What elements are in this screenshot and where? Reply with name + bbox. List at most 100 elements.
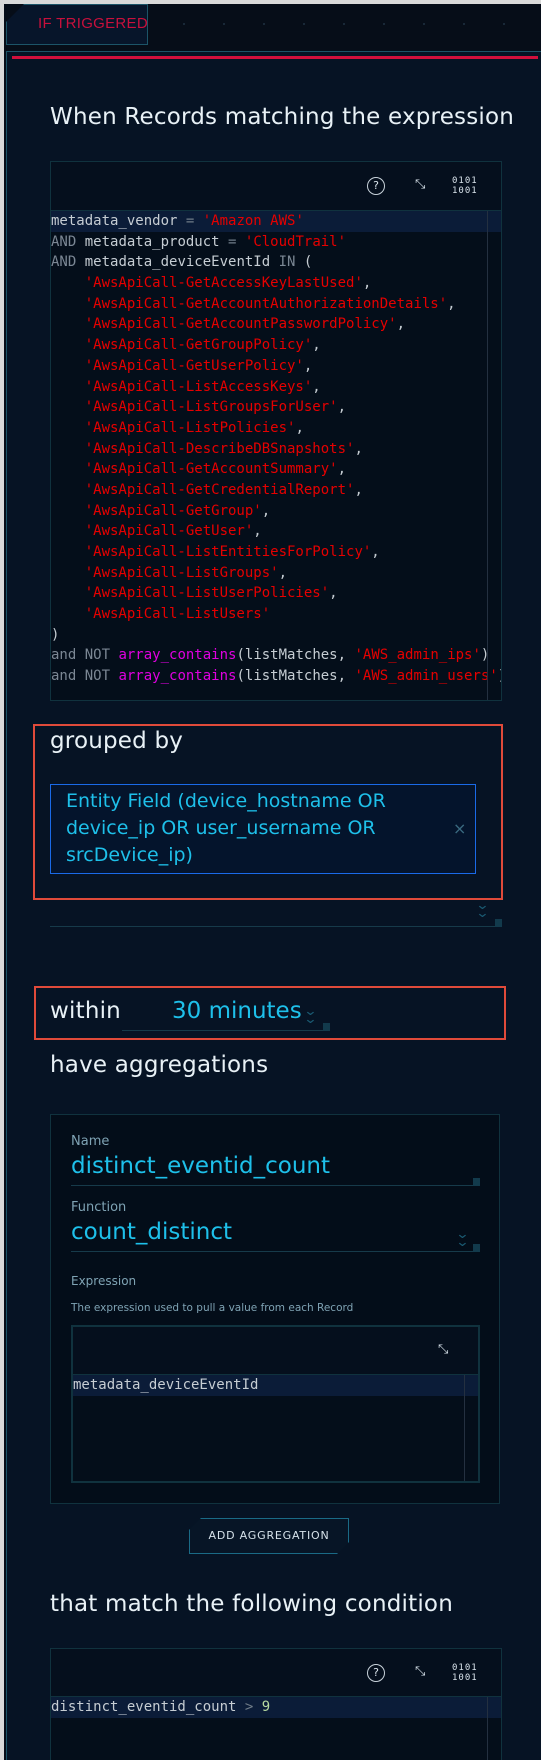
expression-editor[interactable]: ? ⤡ 0101 1001 metadata_vendor = 'Amazon A… bbox=[50, 161, 502, 701]
code-token: 'AwsApiCall-ListUsers' bbox=[84, 606, 271, 623]
code-line: metadata_deviceEventId bbox=[73, 1375, 478, 1396]
remove-icon[interactable]: × bbox=[453, 819, 466, 838]
code-token: 'AwsApiCall-ListGroupsForUser' bbox=[84, 399, 338, 416]
expression-help-text: The expression used to pull a value from… bbox=[71, 1302, 354, 1314]
tab-label: IF TRIGGERED bbox=[38, 15, 148, 32]
code-token: (listMatches, bbox=[236, 647, 355, 664]
aggregation-expression-editor[interactable]: ⤡ metadata_deviceEventId bbox=[71, 1325, 480, 1483]
chevron-down-icon[interactable]: ⌄ ⌄ bbox=[303, 1005, 317, 1026]
code-token: , bbox=[295, 419, 304, 436]
code-token: 'AwsApiCall-GetUser' bbox=[84, 523, 254, 540]
code-token: , bbox=[278, 564, 288, 581]
code-token: , bbox=[253, 523, 262, 540]
code-token: and NOT bbox=[51, 668, 111, 685]
code-line: distinct_eventid_count > 9 bbox=[51, 1697, 501, 1718]
code-token: , bbox=[354, 481, 363, 498]
code-line: and NOT array_contains(listMatches, 'AWS… bbox=[51, 666, 501, 687]
expand-icon[interactable]: ⤡ bbox=[415, 178, 425, 191]
code-line: 'AwsApiCall-GetGroup', bbox=[51, 501, 501, 522]
code-token: , bbox=[312, 337, 321, 354]
trigger-panel: When Records matching the expression ? ⤡… bbox=[6, 51, 541, 1760]
code-area[interactable]: metadata_deviceEventId bbox=[73, 1375, 478, 1396]
editor-toolbar: ⤡ bbox=[73, 1327, 478, 1375]
accent-bar bbox=[12, 56, 538, 59]
chevron-down-icon[interactable]: ⌄ ⌄ bbox=[455, 1228, 469, 1249]
code-area[interactable]: distinct_eventid_count > 9 bbox=[51, 1697, 501, 1718]
code-token: , bbox=[354, 440, 363, 457]
code-token: , bbox=[396, 316, 406, 333]
code-token: , bbox=[337, 399, 347, 416]
code-line: 'AwsApiCall-GetGroupPolicy', bbox=[51, 335, 501, 356]
code-token: 'AwsApiCall-ListGroups' bbox=[84, 564, 279, 581]
code-token: ) bbox=[498, 668, 501, 684]
code-token: metadata_vendor bbox=[51, 213, 186, 229]
group-by-chip[interactable]: Entity Field (device_hostname OR device_… bbox=[50, 784, 476, 874]
binary-icon[interactable]: 0101 1001 bbox=[452, 176, 478, 196]
grouped-by-heading: grouped by bbox=[50, 728, 184, 754]
within-label: within bbox=[50, 998, 121, 1024]
code-token: 'AWS_admin_ips' bbox=[354, 647, 481, 664]
group-by-underline bbox=[50, 926, 502, 927]
expand-icon[interactable]: ⤡ bbox=[438, 1343, 448, 1356]
function-label: Function bbox=[71, 1200, 127, 1215]
help-icon[interactable]: ? bbox=[367, 1664, 385, 1682]
code-line: 'AwsApiCall-GetAccountAuthorizationDetai… bbox=[51, 294, 501, 315]
within-underline bbox=[122, 1030, 330, 1031]
code-line: 'AwsApiCall-GetAccessKeyLastUsed', bbox=[51, 273, 501, 294]
code-line: AND metadata_deviceEventId IN ( bbox=[51, 252, 501, 273]
editor-scrollbar[interactable] bbox=[464, 1375, 465, 1481]
function-select[interactable]: count_distinct bbox=[71, 1219, 232, 1245]
code-line: AND metadata_product = 'CloudTrail' bbox=[51, 232, 501, 253]
condition-editor[interactable]: ? ⤡ 0101 1001 distinct_eventid_count > 9 bbox=[50, 1648, 502, 1760]
aggregations-heading: have aggregations bbox=[50, 1052, 269, 1078]
code-line: 'AwsApiCall-DescribeDBSnapshots', bbox=[51, 439, 501, 460]
within-select-value[interactable]: 30 minutes bbox=[172, 998, 302, 1024]
chip-label: Entity Field (device_hostname OR device_… bbox=[66, 790, 386, 866]
resize-handle bbox=[495, 919, 502, 927]
code-token: (listMatches, bbox=[236, 668, 355, 685]
code-line: 'AwsApiCall-ListUserPolicies', bbox=[51, 583, 501, 604]
code-token: 'AwsApiCall-GetAccountSummary' bbox=[84, 461, 338, 478]
code-line: metadata_vendor = 'Amazon AWS' bbox=[51, 211, 501, 232]
binary-icon[interactable]: 0101 1001 bbox=[452, 1663, 478, 1683]
code-token: , bbox=[312, 378, 321, 395]
code-token: 'AwsApiCall-ListEntitiesForPolicy' bbox=[84, 544, 372, 560]
code-token: metadata_deviceEventId bbox=[76, 254, 279, 271]
code-line: 'AwsApiCall-GetAccountPasswordPolicy', bbox=[51, 314, 501, 335]
expression-heading: When Records matching the expression bbox=[50, 104, 515, 130]
code-line: ) bbox=[51, 625, 501, 646]
resize-handle bbox=[473, 1244, 480, 1252]
editor-scrollbar[interactable] bbox=[487, 211, 488, 700]
code-token: , bbox=[371, 544, 380, 560]
editor-toolbar: ? ⤡ 0101 1001 bbox=[51, 162, 501, 211]
add-aggregation-button[interactable]: ADD AGGREGATION bbox=[189, 1518, 349, 1554]
code-token: array_contains bbox=[118, 647, 237, 664]
code-line: and NOT array_contains(listMatches, 'AWS… bbox=[51, 645, 501, 666]
chevron-down-icon[interactable]: ⌄ ⌄ bbox=[475, 899, 489, 920]
expand-icon[interactable]: ⤡ bbox=[415, 1665, 425, 1678]
code-token: , bbox=[362, 275, 372, 292]
name-underline bbox=[71, 1185, 480, 1186]
code-token: , bbox=[329, 585, 338, 602]
code-token: 'Amazon AWS' bbox=[202, 213, 304, 229]
help-icon[interactable]: ? bbox=[367, 177, 385, 195]
editor-scrollbar[interactable] bbox=[487, 1697, 488, 1760]
code-token: ) bbox=[51, 626, 60, 643]
name-label: Name bbox=[71, 1134, 110, 1149]
name-input[interactable]: distinct_eventid_count bbox=[71, 1153, 330, 1179]
code-token: 'AwsApiCall-ListPolicies' bbox=[84, 419, 296, 436]
code-token: , bbox=[261, 502, 271, 519]
code-area[interactable]: metadata_vendor = 'Amazon AWS' AND metada… bbox=[51, 211, 501, 687]
code-token: ) bbox=[480, 647, 490, 664]
